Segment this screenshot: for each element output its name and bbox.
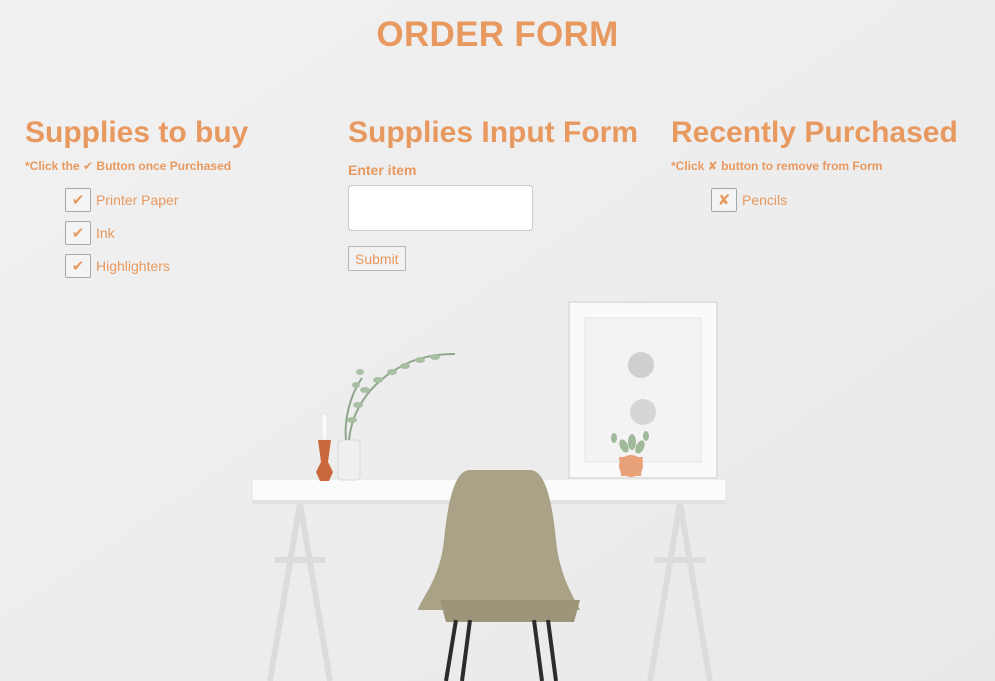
supplies-input-section: Supplies Input Form Enter item Submit bbox=[348, 113, 648, 271]
mark-purchased-button[interactable]: ✔ bbox=[65, 253, 91, 278]
recent-list: ✘ Pencils bbox=[711, 183, 991, 216]
list-item: ✘ Pencils bbox=[711, 183, 991, 216]
submit-button[interactable]: Submit bbox=[348, 246, 406, 271]
supplies-hint: *Click the ✔ Button once Purchased bbox=[25, 159, 232, 173]
item-label: Ink bbox=[96, 224, 115, 241]
remove-item-button[interactable]: ✘ bbox=[711, 187, 737, 212]
recent-heading: Recently Purchased bbox=[671, 116, 958, 149]
list-item: ✔ Printer Paper bbox=[65, 183, 325, 216]
supplies-heading: Supplies to buy bbox=[25, 116, 249, 149]
list-item: ✔ Highlighters bbox=[65, 249, 325, 282]
input-form-heading: Supplies Input Form bbox=[348, 116, 638, 149]
list-item: ✔ Ink bbox=[65, 216, 325, 249]
mark-purchased-button[interactable]: ✔ bbox=[65, 220, 91, 245]
enter-item-label: Enter item bbox=[348, 162, 417, 178]
item-label: Highlighters bbox=[96, 257, 170, 274]
recent-hint: *Click ✘ button to remove from Form bbox=[671, 159, 883, 173]
item-label: Printer Paper bbox=[96, 191, 179, 208]
page-title: ORDER FORM bbox=[376, 15, 619, 54]
item-label: Pencils bbox=[742, 191, 788, 208]
mark-purchased-button[interactable]: ✔ bbox=[65, 187, 91, 212]
item-input[interactable] bbox=[348, 185, 533, 231]
supplies-to-buy-section: Supplies to buy *Click the ✔ Button once… bbox=[25, 113, 325, 282]
recently-purchased-section: Recently Purchased *Click ✘ button to re… bbox=[671, 113, 991, 216]
supplies-list: ✔ Printer Paper ✔ Ink ✔ Highlighters bbox=[65, 183, 325, 282]
